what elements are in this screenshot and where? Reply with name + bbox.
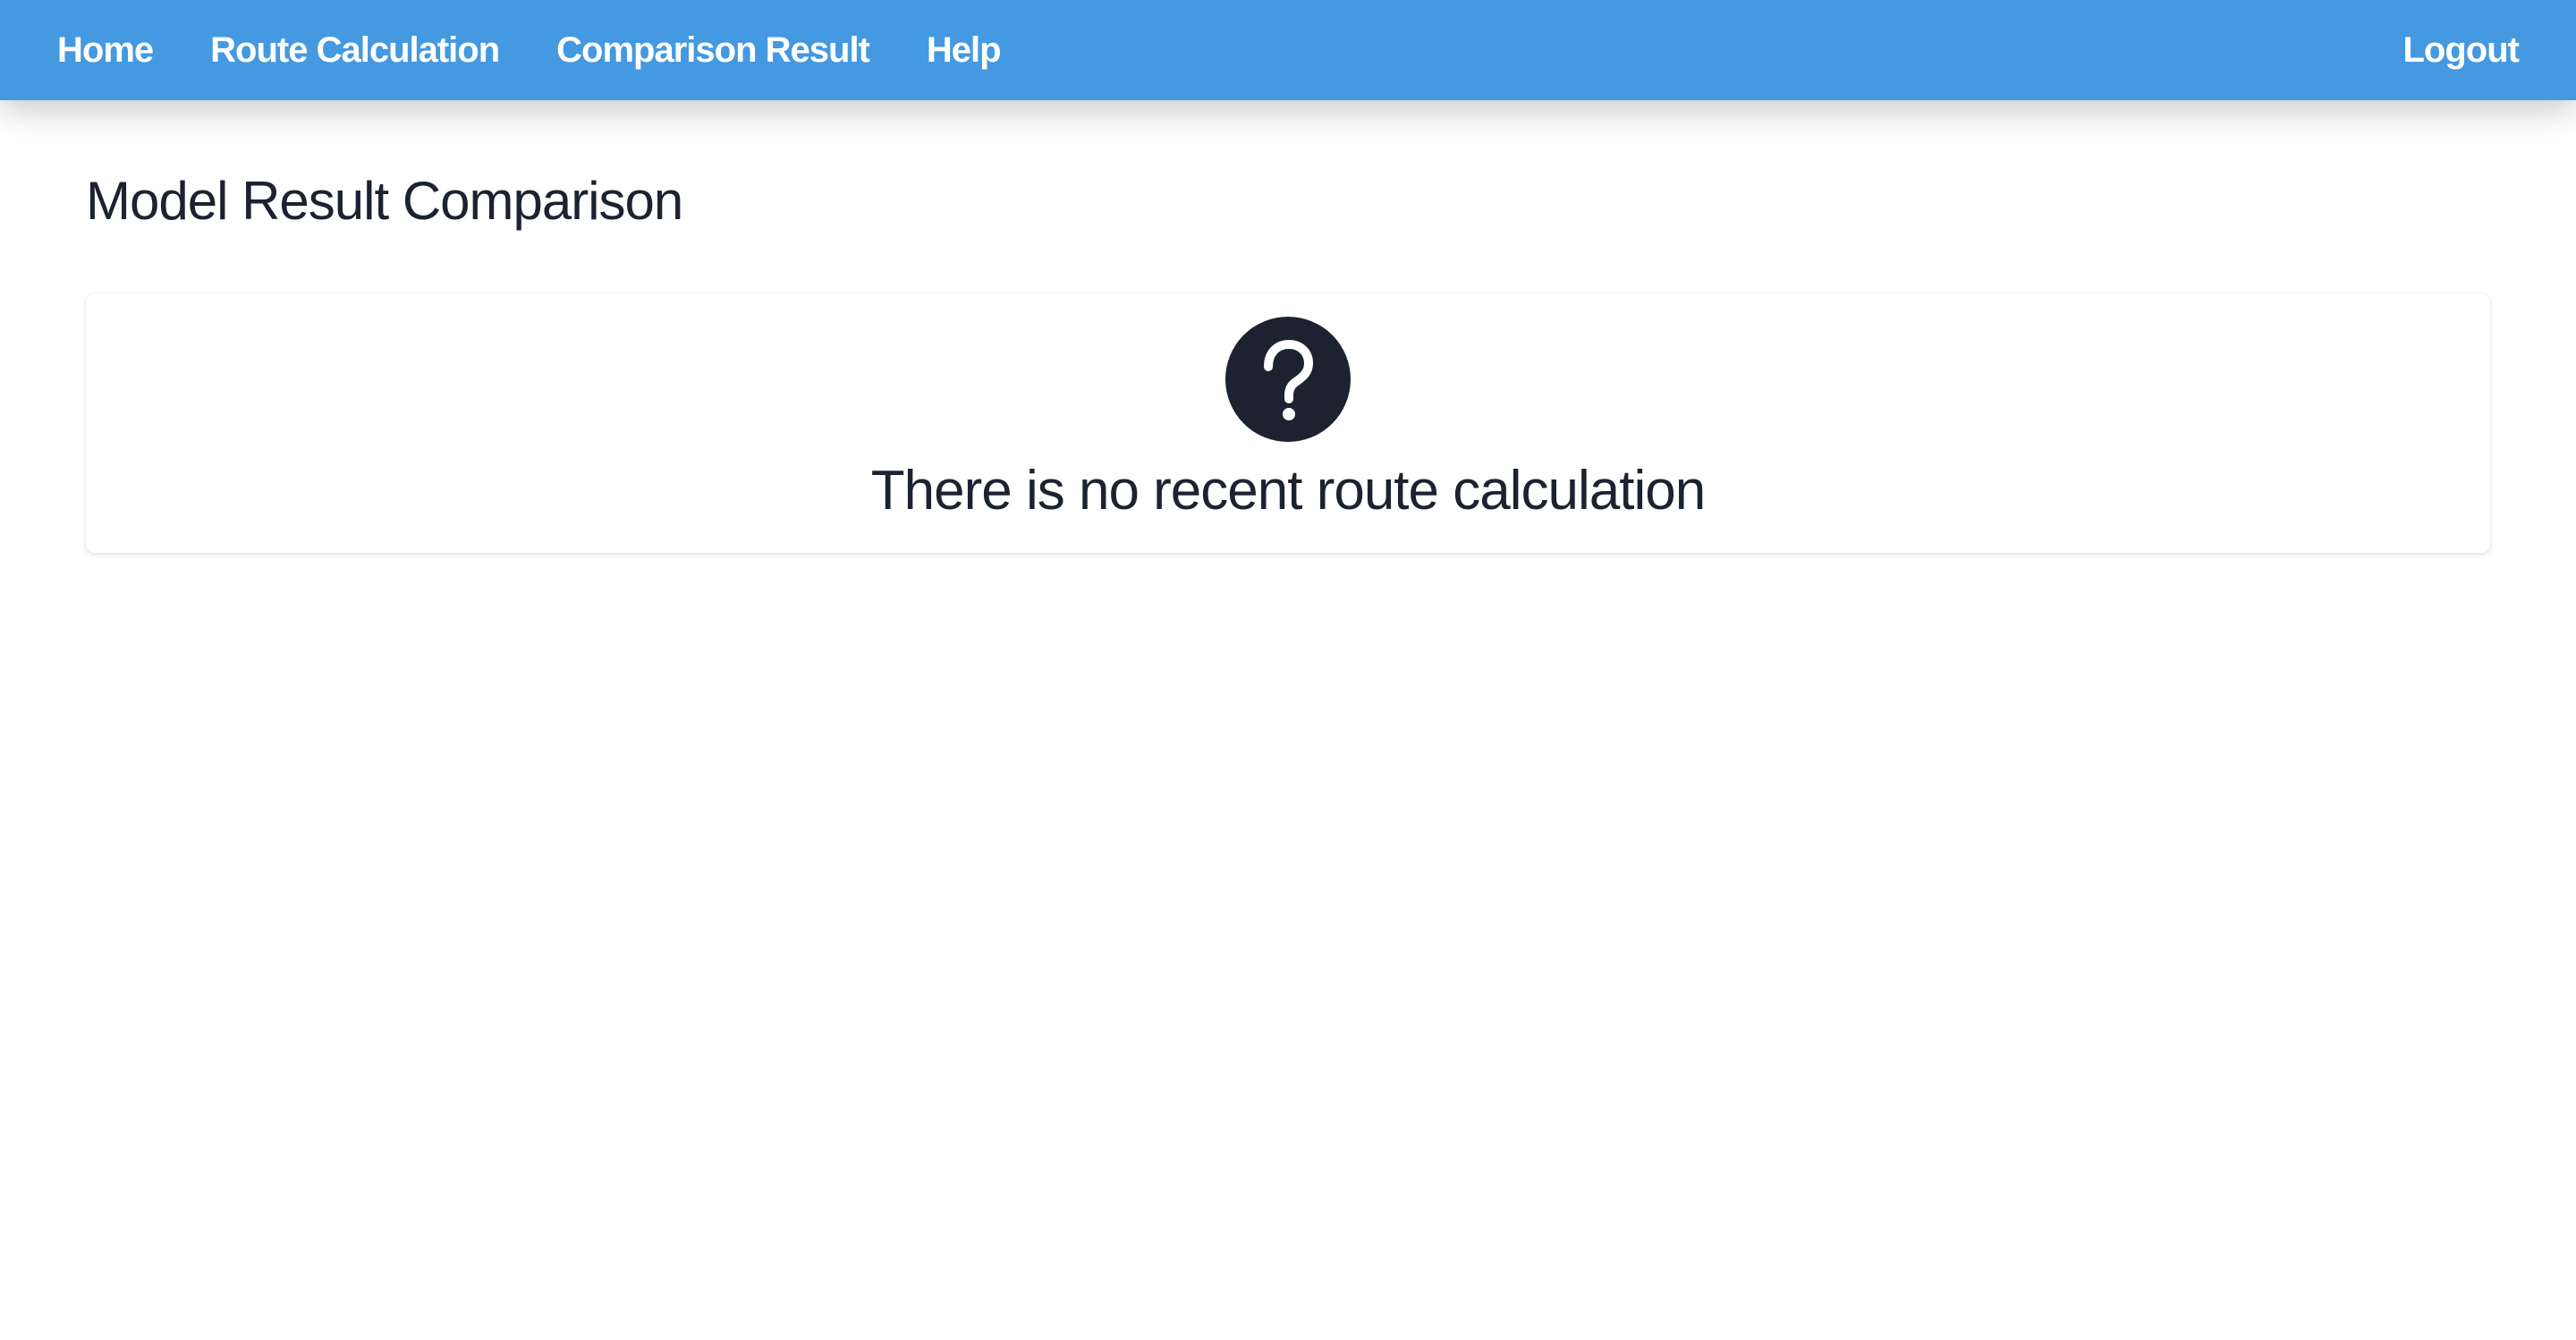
nav-right: Logout — [2403, 0, 2520, 100]
empty-state-message: There is no recent route calculation — [870, 460, 1706, 522]
nav-link-comparison-result[interactable]: Comparison Result — [556, 30, 870, 71]
nav-link-help[interactable]: Help — [927, 30, 1002, 71]
nav-links: Home Route Calculation Comparison Result… — [57, 0, 1058, 100]
top-navbar: Home Route Calculation Comparison Result… — [0, 0, 2576, 100]
nav-link-home[interactable]: Home — [57, 30, 154, 71]
question-circle-icon — [1225, 317, 1351, 442]
nav-link-route-calculation[interactable]: Route Calculation — [210, 30, 500, 71]
empty-state-card: There is no recent route calculation — [86, 293, 2490, 553]
page-title: Model Result Comparison — [86, 171, 683, 231]
logout-link[interactable]: Logout — [2403, 30, 2520, 71]
